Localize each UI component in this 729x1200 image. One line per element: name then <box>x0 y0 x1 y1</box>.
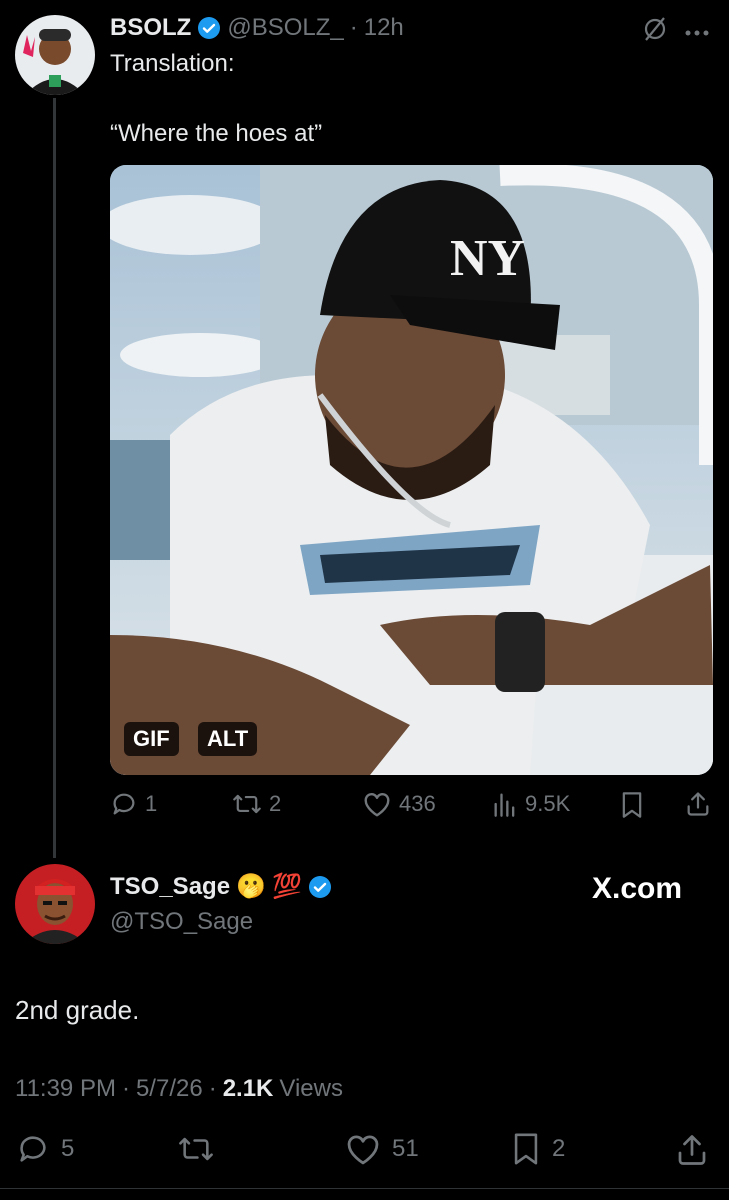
tso-sage-avatar[interactable] <box>15 864 95 944</box>
original-time[interactable]: 12h <box>364 14 404 42</box>
reply-views-count: 2.1K <box>222 1075 274 1102</box>
meta-separator: · <box>208 1075 217 1102</box>
reply-text: 2nd grade. <box>15 995 140 1025</box>
gif-media[interactable]: NY <box>110 165 713 775</box>
reply-bookmark-count: 2 <box>552 1135 566 1162</box>
reply-timestamp[interactable]: 11:39 PM <box>15 1075 116 1103</box>
more-options-icon[interactable] <box>684 24 710 42</box>
reply-icon <box>20 1136 46 1162</box>
share-icon[interactable] <box>684 790 712 823</box>
header-separator: · <box>349 14 358 41</box>
original-header: BSOLZ @BSOLZ_ · 12h <box>110 14 404 42</box>
repost-icon <box>233 794 261 814</box>
reply-action[interactable]: 1 <box>110 790 157 818</box>
reply-date[interactable]: 5/7/26 <box>136 1075 203 1103</box>
reply-count: 1 <box>145 791 158 816</box>
reply-views-label: Views <box>279 1075 343 1102</box>
reply-reply-count: 5 <box>61 1135 75 1162</box>
like-count: 436 <box>399 791 436 816</box>
repost-count: 2 <box>269 791 282 816</box>
reply-icon <box>113 793 135 815</box>
reply-bookmark-action[interactable]: 2 <box>510 1132 565 1166</box>
like-icon <box>364 793 390 817</box>
reply-repost-action[interactable] <box>176 1132 216 1166</box>
verified-badge-icon <box>308 875 332 899</box>
original-display-name[interactable]: BSOLZ <box>110 14 191 42</box>
original-text-line2: “Where the hoes at” <box>110 120 323 147</box>
grok-icon[interactable] <box>642 16 668 47</box>
thread-line <box>53 98 56 858</box>
repost-action[interactable]: 2 <box>232 790 281 818</box>
views-count: 9.5K <box>525 791 571 816</box>
hundred-points-emoji: 💯 <box>271 873 302 900</box>
original-handle[interactable]: @BSOLZ_ <box>227 14 343 42</box>
share-icon[interactable] <box>674 1132 710 1173</box>
reply-display-name[interactable]: TSO_Sage <box>110 873 230 901</box>
reply-handle[interactable]: @TSO_Sage <box>110 908 253 936</box>
reply-like-count: 51 <box>392 1135 419 1162</box>
x-watermark: X.com <box>592 872 683 905</box>
reply-meta: 11:39 PM · 5/7/26 · 2.1K Views <box>15 1075 343 1103</box>
views-icon <box>494 793 515 817</box>
bookmark-icon[interactable] <box>620 791 644 824</box>
bottom-divider <box>0 1188 729 1189</box>
meta-separator: · <box>121 1075 130 1102</box>
views-action[interactable]: 9.5K <box>492 790 570 818</box>
original-text-line1: Translation: <box>110 50 235 77</box>
verified-badge-icon <box>197 16 221 40</box>
repost-icon <box>179 1137 213 1161</box>
reply-like-action[interactable]: 51 <box>344 1132 419 1166</box>
reply-header: TSO_Sage 🫢 💯 <box>110 872 332 901</box>
bookmark-icon <box>514 1133 538 1165</box>
svg-text:NY: NY <box>450 230 525 287</box>
like-icon <box>347 1135 379 1165</box>
reply-reply-action[interactable]: 5 <box>15 1132 74 1166</box>
like-action[interactable]: 436 <box>362 790 436 818</box>
shushing-face-emoji: 🫢 <box>236 873 266 900</box>
alt-badge[interactable]: ALT <box>198 722 258 756</box>
bsolz-avatar[interactable] <box>15 15 95 95</box>
gif-badge: GIF <box>124 722 179 756</box>
